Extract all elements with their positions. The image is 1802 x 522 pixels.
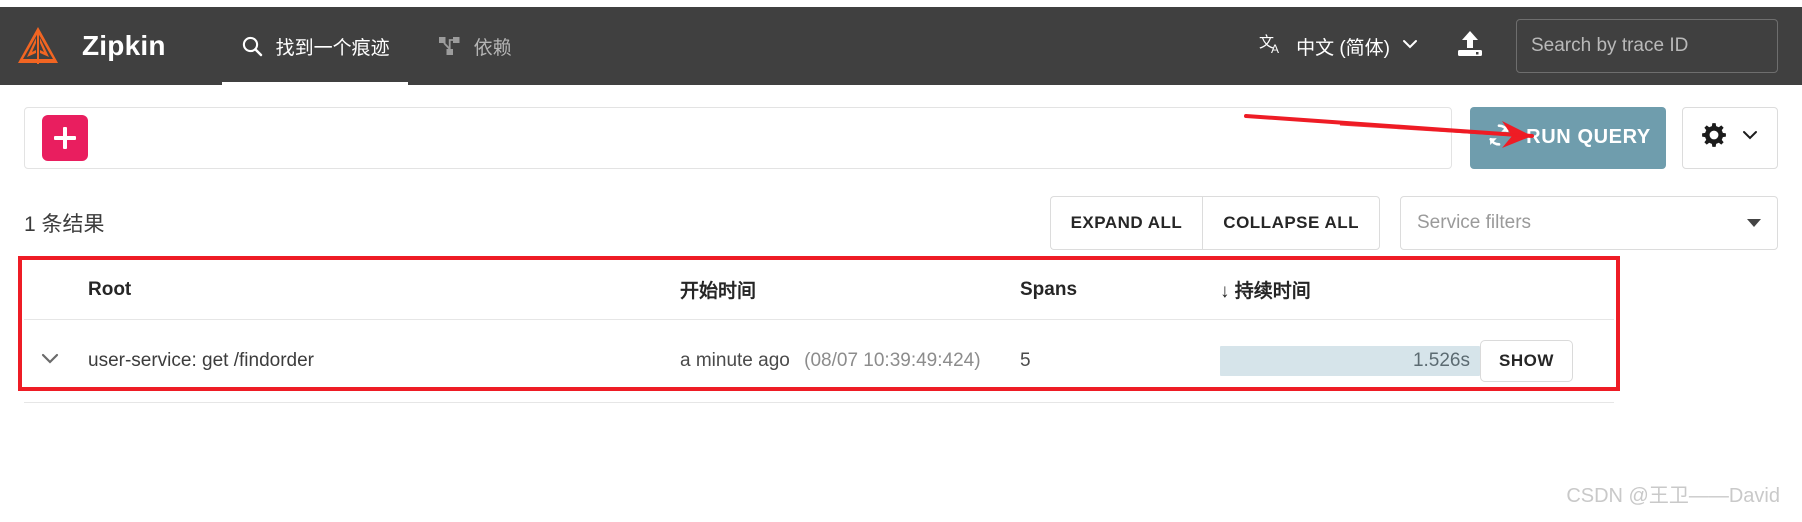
zipkin-logo[interactable] bbox=[0, 7, 76, 85]
add-criterion-button[interactable] bbox=[42, 114, 88, 161]
run-query-label: RUN QUERY bbox=[1526, 126, 1651, 148]
upload-icon bbox=[1454, 28, 1486, 65]
traces-table-body: user-service: get /findorder a minute ag… bbox=[24, 319, 1614, 403]
chevron-down-icon bbox=[38, 353, 62, 375]
gear-icon bbox=[1700, 121, 1728, 154]
row-show-cell: SHOW bbox=[1480, 319, 1614, 403]
chevron-down-icon bbox=[1400, 34, 1420, 59]
row-start-time-cell: a minute ago (08/07 10:39:49:424) bbox=[680, 319, 1020, 403]
table-row[interactable]: user-service: get /findorder a minute ag… bbox=[24, 319, 1614, 403]
th-duration[interactable]: ↓ 持续时间 bbox=[1220, 262, 1480, 320]
translate-icon: 文 A bbox=[1258, 30, 1286, 63]
run-query-button[interactable]: RUN QUERY bbox=[1470, 106, 1666, 169]
results-toolbar: 1 条结果 EXPAND ALL COLLAPSE ALL Service fi… bbox=[0, 190, 1802, 256]
traces-table-head: Root 开始时间 Spans ↓ 持续时间 bbox=[24, 262, 1614, 320]
row-duration-label: 1.526s bbox=[1412, 350, 1470, 371]
th-duration-label: 持续时间 bbox=[1234, 281, 1311, 302]
row-expand-toggle[interactable] bbox=[24, 319, 88, 403]
results-count-label: 1 条结果 bbox=[24, 213, 105, 236]
th-show bbox=[1480, 262, 1614, 320]
query-criteria-field[interactable] bbox=[24, 106, 1452, 169]
search-icon bbox=[240, 34, 264, 58]
row-start-relative: a minute ago bbox=[680, 350, 790, 371]
row-root-name: user-service: get /findorder bbox=[88, 350, 314, 371]
tab-find-a-trace-label: 找到一个痕迹 bbox=[275, 37, 390, 59]
show-trace-button[interactable]: SHOW bbox=[1480, 340, 1573, 382]
traces-table: Root 开始时间 Spans ↓ 持续时间 user-service: get… bbox=[24, 262, 1614, 403]
tab-dependencies[interactable]: 依赖 bbox=[414, 7, 536, 85]
table-header-row: Root 开始时间 Spans ↓ 持续时间 bbox=[24, 262, 1614, 320]
query-settings-button[interactable] bbox=[1682, 106, 1778, 169]
nav-tabs: 找到一个痕迹 依赖 bbox=[216, 7, 536, 85]
upload-json-button[interactable] bbox=[1442, 18, 1498, 74]
collapse-all-button[interactable]: COLLAPSE ALL bbox=[1202, 196, 1380, 250]
language-selector[interactable]: 文 A 中文 (简体) bbox=[1252, 30, 1426, 63]
row-spans-cell: 5 bbox=[1020, 319, 1220, 403]
top-navigation-bar: Zipkin 找到一个痕迹 依赖 文 A 中文 (简体) Search by t… bbox=[0, 7, 1802, 85]
expand-all-button[interactable]: EXPAND ALL bbox=[1049, 196, 1203, 250]
tab-find-a-trace[interactable]: 找到一个痕迹 bbox=[216, 7, 414, 85]
row-duration-cell: 1.526s bbox=[1220, 319, 1480, 403]
row-start-absolute: (08/07 10:39:49:424) bbox=[804, 350, 981, 371]
traces-table-wrap: Root 开始时间 Spans ↓ 持续时间 user-service: get… bbox=[24, 262, 1614, 403]
sort-descending-arrow-icon: ↓ bbox=[1220, 281, 1230, 302]
chevron-down-icon bbox=[1740, 125, 1760, 150]
app-root: Zipkin 找到一个痕迹 依赖 文 A 中文 (简体) Search by t… bbox=[0, 0, 1802, 522]
tab-dependencies-label: 依赖 bbox=[473, 37, 512, 59]
th-spans[interactable]: Spans bbox=[1020, 262, 1220, 320]
duration-bar: 1.526s bbox=[1220, 346, 1480, 376]
expand-collapse-group: EXPAND ALL COLLAPSE ALL bbox=[1049, 196, 1380, 250]
brand-title: Zipkin bbox=[82, 30, 166, 61]
search-trace-id-input[interactable] bbox=[1516, 19, 1778, 73]
query-bar-row: RUN QUERY bbox=[0, 100, 1802, 175]
csdn-watermark: CSDN @王卫——David bbox=[1566, 485, 1780, 507]
language-label: 中文 (简体) bbox=[1296, 37, 1390, 59]
refresh-icon bbox=[1485, 121, 1513, 155]
svg-text:A: A bbox=[1271, 42, 1279, 56]
caret-down-icon bbox=[1747, 219, 1761, 227]
service-filters-placeholder: Service filters bbox=[1417, 212, 1532, 233]
th-start-time[interactable]: 开始时间 bbox=[680, 262, 1020, 320]
dependency-graph-icon bbox=[438, 34, 462, 58]
zipkin-logo-icon bbox=[18, 27, 58, 64]
service-filters-select[interactable]: Service filters bbox=[1400, 196, 1778, 250]
th-expand bbox=[24, 262, 88, 320]
row-root-cell[interactable]: user-service: get /findorder bbox=[88, 319, 680, 403]
th-root[interactable]: Root bbox=[88, 262, 680, 320]
